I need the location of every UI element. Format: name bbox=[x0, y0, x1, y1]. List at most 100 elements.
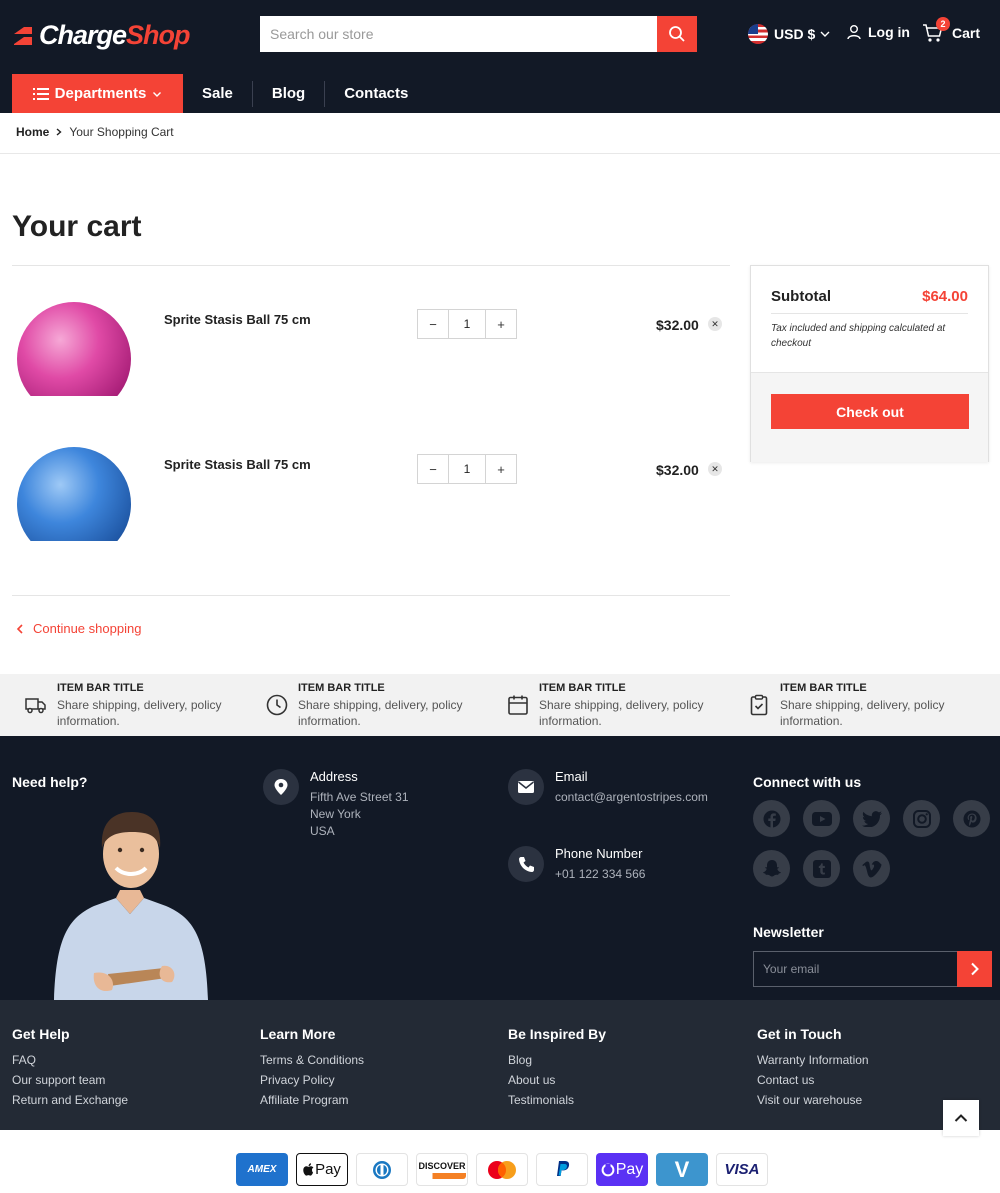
logo[interactable]: ChargeShop bbox=[12, 20, 191, 51]
divider bbox=[0, 153, 1000, 154]
footer-column: Learn More Terms & Conditions Privacy Po… bbox=[260, 1026, 364, 1110]
decrease-quantity-button[interactable]: − bbox=[418, 455, 448, 483]
item-price: $32.00 bbox=[656, 462, 699, 478]
item-bar-entry: ITEM BAR TITLE Share shipping, delivery, … bbox=[747, 682, 967, 729]
nav-link-contacts[interactable]: Contacts bbox=[324, 80, 427, 107]
apple-pay-label: Pay bbox=[315, 1161, 341, 1178]
map-pin-icon bbox=[263, 769, 299, 805]
item-bar-title: ITEM BAR TITLE bbox=[298, 682, 385, 694]
login-link[interactable]: Log in bbox=[846, 24, 910, 40]
email-block: Email contact@argentostripes.com bbox=[508, 769, 708, 806]
product-image-pink-ball[interactable] bbox=[16, 276, 132, 421]
footer-column-title: Learn More bbox=[260, 1026, 336, 1042]
cart-count-badge: 2 bbox=[936, 17, 950, 31]
decrease-quantity-button[interactable]: − bbox=[418, 310, 448, 338]
twitter-icon[interactable] bbox=[853, 800, 890, 837]
phone-block: Phone Number +01 122 334 566 bbox=[508, 846, 645, 883]
phone-icon bbox=[508, 846, 544, 882]
subtotal-value: $64.00 bbox=[922, 288, 968, 305]
visa-icon: VISA bbox=[716, 1153, 768, 1186]
list-icon bbox=[32, 87, 49, 100]
chevron-down-icon bbox=[820, 31, 830, 37]
close-icon: ✕ bbox=[711, 318, 719, 329]
newsletter-email-input[interactable] bbox=[753, 951, 957, 987]
quantity-value[interactable]: 1 bbox=[448, 455, 486, 483]
diners-club-icon bbox=[356, 1153, 408, 1186]
youtube-icon[interactable] bbox=[803, 800, 840, 837]
chevron-right-icon bbox=[56, 128, 62, 136]
item-bar-title: ITEM BAR TITLE bbox=[780, 682, 867, 694]
breadcrumb-home[interactable]: Home bbox=[16, 125, 49, 139]
instagram-icon[interactable] bbox=[903, 800, 940, 837]
tumblr-icon[interactable] bbox=[803, 850, 840, 887]
nav-link-sale[interactable]: Sale bbox=[183, 81, 252, 107]
email-link[interactable]: contact@argentostripes.com bbox=[555, 789, 708, 806]
page-title: Your cart bbox=[12, 210, 142, 243]
remove-item-button[interactable]: ✕ bbox=[708, 462, 722, 476]
support-agent-image bbox=[46, 798, 216, 1000]
footer-link[interactable]: Our support team bbox=[12, 1070, 128, 1090]
search-button[interactable] bbox=[657, 16, 697, 52]
newsletter-submit-button[interactable] bbox=[957, 951, 992, 987]
item-bar-desc: Share shipping, delivery, policy informa… bbox=[57, 698, 222, 728]
phone-link[interactable]: +01 122 334 566 bbox=[555, 866, 645, 883]
footer-link[interactable]: Privacy Policy bbox=[260, 1070, 364, 1090]
item-bar-desc: Share shipping, delivery, policy informa… bbox=[539, 698, 704, 728]
search-input[interactable] bbox=[260, 16, 657, 52]
currency-selector[interactable]: USD $ bbox=[748, 24, 831, 44]
product-name[interactable]: Sprite Stasis Ball 75 cm bbox=[164, 457, 311, 472]
venmo-icon: V bbox=[656, 1153, 708, 1186]
footer-column: Get Help FAQ Our support team Return and… bbox=[12, 1026, 128, 1110]
increase-quantity-button[interactable]: + bbox=[486, 455, 516, 483]
clock-icon bbox=[266, 694, 288, 716]
footer-link[interactable]: Terms & Conditions bbox=[260, 1050, 364, 1070]
visa-label: VISA bbox=[724, 1161, 760, 1178]
footer-column-title: Be Inspired By bbox=[508, 1026, 607, 1042]
footer-link[interactable]: Affiliate Program bbox=[260, 1090, 364, 1110]
back-to-top-button[interactable] bbox=[943, 1100, 979, 1136]
cart-link[interactable]: 2 Cart bbox=[922, 17, 980, 44]
quantity-value[interactable]: 1 bbox=[448, 310, 486, 338]
vimeo-icon[interactable] bbox=[853, 850, 890, 887]
paypal-icon bbox=[536, 1153, 588, 1186]
quantity-stepper: − 1 + bbox=[417, 454, 517, 484]
amex-icon: AMEX bbox=[236, 1153, 288, 1186]
venmo-label: V bbox=[674, 1156, 690, 1182]
product-name[interactable]: Sprite Stasis Ball 75 cm bbox=[164, 312, 311, 327]
footer-link[interactable]: Return and Exchange bbox=[12, 1090, 128, 1110]
footer-column: Be Inspired By Blog About us Testimonial… bbox=[508, 1026, 606, 1110]
phone-title: Phone Number bbox=[555, 846, 643, 861]
us-flag-icon bbox=[748, 24, 768, 44]
footer-link[interactable]: Warranty Information bbox=[757, 1050, 869, 1070]
footer-link[interactable]: About us bbox=[508, 1070, 606, 1090]
footer-link[interactable]: Contact us bbox=[757, 1070, 869, 1090]
subtotal-row: Subtotal $64.00 bbox=[771, 266, 968, 314]
pinterest-icon[interactable] bbox=[953, 800, 990, 837]
close-icon: ✕ bbox=[711, 463, 719, 474]
footer-link[interactable]: Visit our warehouse bbox=[757, 1090, 869, 1110]
calendar-icon bbox=[508, 695, 528, 715]
footer-link[interactable]: FAQ bbox=[12, 1050, 128, 1070]
chevron-right-icon bbox=[970, 962, 979, 976]
mastercard-icon bbox=[476, 1153, 528, 1186]
address-title: Address bbox=[310, 769, 358, 784]
search-bar bbox=[260, 16, 697, 52]
address-line: New York bbox=[310, 807, 361, 821]
checkout-button[interactable]: Check out bbox=[771, 394, 969, 429]
facebook-icon[interactable] bbox=[753, 800, 790, 837]
departments-button[interactable]: Departments bbox=[12, 74, 183, 113]
item-bar-desc: Share shipping, delivery, policy informa… bbox=[780, 698, 945, 728]
nav-link-blog[interactable]: Blog bbox=[251, 80, 324, 107]
footer-contact: Need help? Address Fifth Ave Street 31 N… bbox=[0, 736, 1000, 1000]
increase-quantity-button[interactable]: + bbox=[486, 310, 516, 338]
footer-link[interactable]: Blog bbox=[508, 1050, 606, 1070]
continue-shopping-link[interactable]: Continue shopping bbox=[16, 621, 141, 636]
remove-item-button[interactable]: ✕ bbox=[708, 317, 722, 331]
clipboard-icon bbox=[750, 694, 768, 716]
snapchat-icon[interactable] bbox=[753, 850, 790, 887]
departments-label: Departments bbox=[54, 85, 147, 102]
divider bbox=[12, 595, 730, 596]
footer-link[interactable]: Testimonials bbox=[508, 1090, 606, 1110]
item-bar-entry: ITEM BAR TITLE Share shipping, delivery, … bbox=[24, 682, 244, 729]
product-image-blue-ball[interactable] bbox=[16, 421, 132, 561]
